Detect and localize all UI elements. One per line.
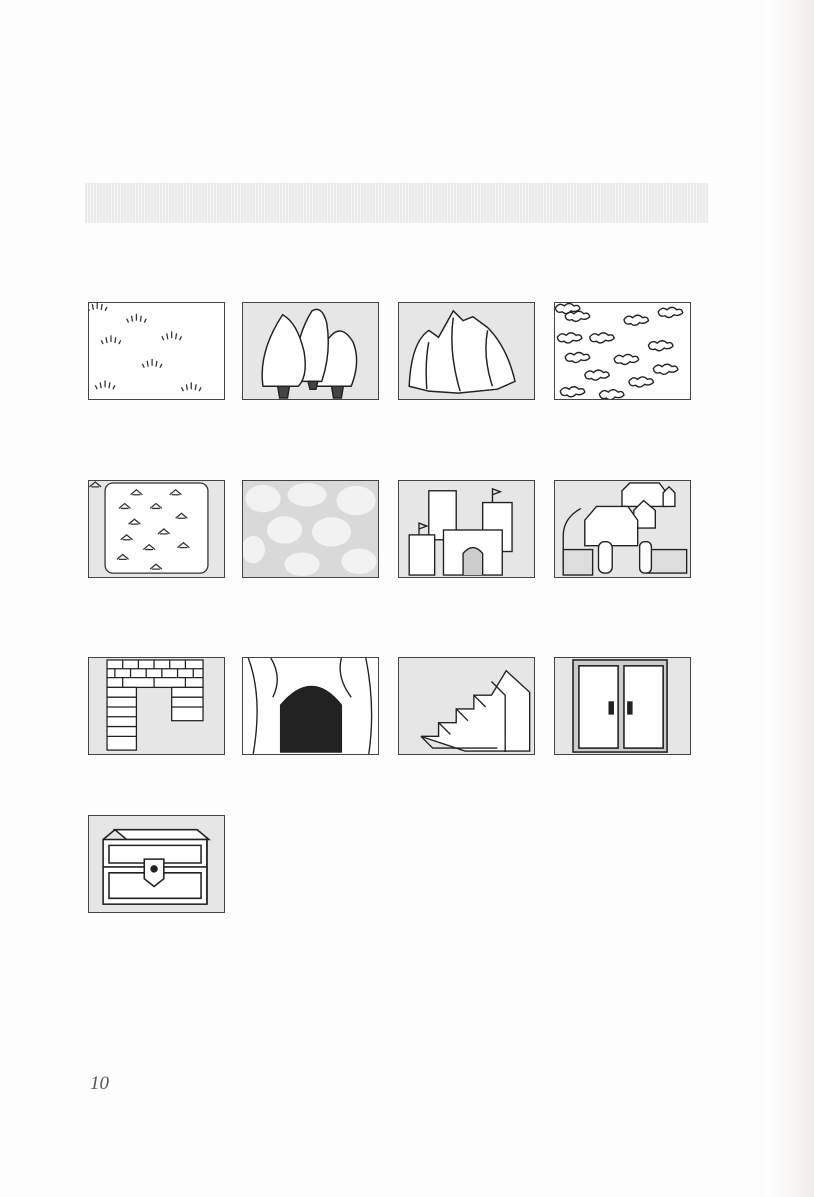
treasure-chest-icon	[88, 815, 225, 913]
grass-plains-icon	[88, 302, 225, 400]
door-icon	[554, 657, 691, 755]
desert-icon	[88, 480, 225, 578]
swamp-icon	[242, 480, 379, 578]
cave-icon	[242, 657, 379, 755]
manual-page: 10	[0, 0, 814, 1197]
brick-wall-icon	[88, 657, 225, 755]
title-banner	[85, 183, 708, 223]
town-icon	[554, 480, 691, 578]
page-number: 10	[90, 1073, 109, 1094]
forest-icon	[242, 302, 379, 400]
page-edge-shadow	[764, 0, 814, 1197]
mountains-icon	[398, 302, 535, 400]
stairs-icon	[398, 657, 535, 755]
castle-icon	[398, 480, 535, 578]
hills-icon	[554, 302, 691, 400]
